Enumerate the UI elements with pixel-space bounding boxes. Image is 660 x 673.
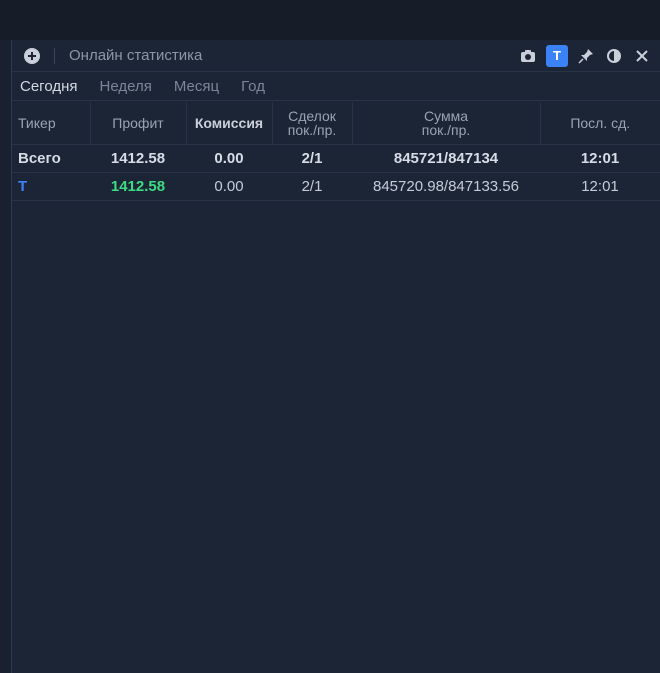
close-icon[interactable] — [632, 46, 652, 66]
top-strip — [0, 0, 660, 40]
cell-sum: 845720.98/847133.56 — [352, 172, 540, 201]
camera-icon[interactable] — [518, 46, 538, 66]
table-row[interactable]: T 1412.58 0.00 2/1 845720.98/847133.56 1… — [12, 172, 660, 201]
tab-week[interactable]: Неделя — [100, 78, 152, 95]
tab-year[interactable]: Год — [241, 78, 265, 95]
panel-title: Онлайн статистика — [69, 47, 203, 64]
pin-icon[interactable] — [576, 46, 596, 66]
header-deals-line2: пок./пр. — [287, 121, 337, 138]
period-tabs: Сегодня Неделя Месяц Год — [12, 73, 660, 101]
header-deals[interactable]: Сделок пок./пр. — [272, 102, 353, 145]
header-sum[interactable]: Сумма пок./пр. — [352, 102, 541, 145]
add-icon[interactable] — [24, 47, 40, 64]
cell-profit: 1412.58 — [90, 172, 186, 201]
header-ticker[interactable]: Тикер — [12, 102, 91, 145]
header-sum-line2: пок./пр. — [421, 121, 471, 138]
title-tools: T — [518, 44, 652, 67]
cell-ticker: Всего — [12, 144, 90, 173]
stats-table: Тикер Профит Комиссия Сделок пок./пр. Су… — [12, 102, 660, 201]
cell-ticker-link[interactable]: T — [12, 172, 90, 201]
tab-today[interactable]: Сегодня — [20, 78, 78, 95]
cell-commission: 0.00 — [186, 144, 272, 173]
ticker-mode-button[interactable]: T — [546, 44, 568, 67]
cell-last-deal: 12:01 — [540, 144, 660, 173]
left-edge — [0, 40, 12, 673]
table-row-total[interactable]: Всего 1412.58 0.00 2/1 845721/847134 12:… — [12, 144, 660, 173]
cell-deals: 2/1 — [272, 172, 352, 201]
theme-icon[interactable] — [604, 46, 624, 66]
online-stats-panel: Онлайн статистика T Сегодня Неделя Месяц… — [12, 40, 660, 673]
tab-month[interactable]: Месяц — [174, 78, 219, 95]
header-last-deal[interactable]: Посл. сд. — [540, 102, 660, 145]
cell-deals: 2/1 — [272, 144, 352, 173]
cell-last-deal: 12:01 — [540, 172, 660, 201]
table-header-row: Тикер Профит Комиссия Сделок пок./пр. Су… — [12, 102, 660, 145]
cell-sum: 845721/847134 — [352, 144, 540, 173]
cell-profit: 1412.58 — [90, 144, 186, 173]
header-commission[interactable]: Комиссия — [186, 102, 273, 145]
cell-commission: 0.00 — [186, 172, 272, 201]
header-profit[interactable]: Профит — [90, 102, 187, 145]
panel-title-bar: Онлайн статистика T — [12, 40, 660, 72]
title-separator — [54, 47, 55, 64]
